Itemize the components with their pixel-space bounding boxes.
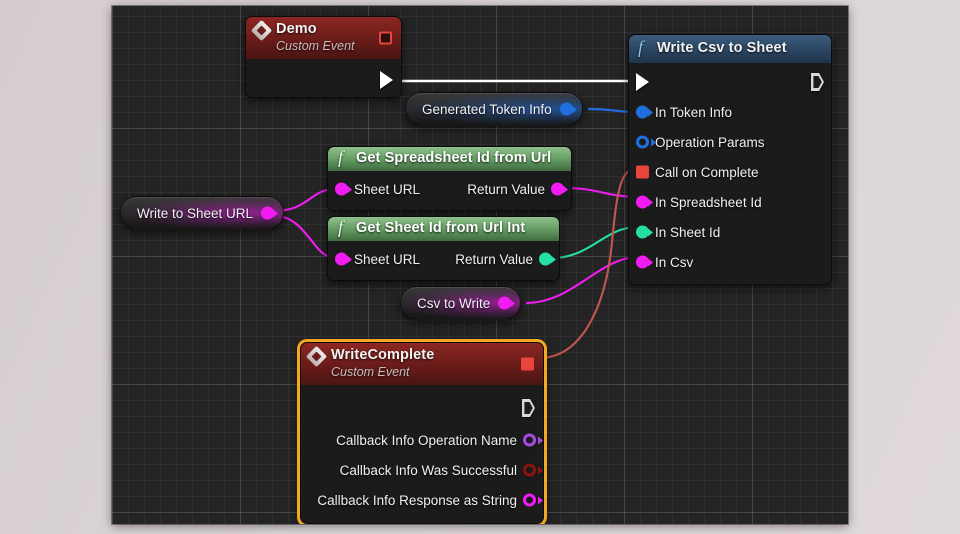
- string-pin-icon[interactable]: [498, 296, 512, 310]
- name-pin-icon[interactable]: [523, 433, 536, 447]
- exec-output-pin[interactable]: [522, 399, 535, 417]
- node-get-spreadsheet-id-from-url[interactable]: f Get Spreadsheet Id from Url Sheet URL …: [327, 146, 572, 211]
- node-demo-custom-event[interactable]: Demo Custom Event: [245, 16, 402, 98]
- pin-row-sheet-url[interactable]: Sheet URL Return Value: [328, 244, 559, 274]
- pin-row-in-spreadsheet-id[interactable]: In Spreadsheet Id: [629, 187, 831, 217]
- wire-sheetid-to-insheetid: [551, 225, 637, 260]
- int-pin-icon[interactable]: [539, 252, 552, 266]
- bool-pin-icon[interactable]: [523, 463, 536, 477]
- pin-label: Call on Complete: [655, 164, 759, 180]
- function-f-icon: f: [338, 147, 344, 167]
- pin-label: In Spreadsheet Id: [655, 194, 762, 210]
- pin-label-output: Return Value: [455, 251, 533, 267]
- int-pin-icon[interactable]: [636, 225, 649, 239]
- struct-pin-icon[interactable]: [559, 102, 573, 116]
- wire-sheeturl-to-sheetid: [273, 213, 335, 260]
- pin-row-sheet-url[interactable]: Sheet URL Return Value: [328, 174, 571, 204]
- string-pin-icon[interactable]: [636, 255, 649, 269]
- string-pin-icon[interactable]: [636, 195, 649, 209]
- page-root: Demo Custom Event f Write Csv to Sheet I…: [0, 0, 960, 534]
- variable-node-generated-token-info[interactable]: Generated Token Info: [405, 92, 583, 126]
- pin-row-in-csv[interactable]: In Csv: [629, 247, 831, 277]
- pin-label: Callback Info Was Successful: [339, 462, 517, 478]
- pin-label: Callback Info Operation Name: [336, 432, 517, 448]
- pin-label-input: Sheet URL: [354, 251, 421, 267]
- node-title: WriteComplete: [331, 347, 435, 363]
- wire-spreadsheetid-to-inspreadsheetid: [563, 186, 637, 199]
- pin-row-in-token-info[interactable]: In Token Info: [629, 97, 831, 127]
- exec-row: [629, 67, 831, 97]
- string-pin-icon[interactable]: [335, 252, 348, 266]
- struct-pin-icon[interactable]: [636, 105, 649, 119]
- variable-node-write-to-sheet-url[interactable]: Write to Sheet URL: [120, 196, 285, 230]
- variable-node-csv-to-write[interactable]: Csv to Write: [400, 286, 522, 320]
- node-body: Sheet URL Return Value: [328, 241, 559, 280]
- function-f-icon: f: [638, 37, 644, 57]
- string-pin-icon[interactable]: [335, 182, 348, 196]
- exec-row: [301, 391, 543, 425]
- node-header: Demo Custom Event: [246, 17, 401, 59]
- variable-label: Csv to Write: [417, 295, 491, 311]
- pin-label: Operation Params: [655, 134, 765, 150]
- variable-label: Generated Token Info: [422, 101, 552, 117]
- pin-row-in-sheet-id[interactable]: In Sheet Id: [629, 217, 831, 247]
- event-diamond-icon: [305, 345, 328, 368]
- pin-row-call-on-complete[interactable]: Call on Complete: [629, 157, 831, 187]
- blueprint-graph-canvas[interactable]: Demo Custom Event f Write Csv to Sheet I…: [112, 6, 848, 524]
- pin-label: In Csv: [655, 254, 694, 270]
- variable-label: Write to Sheet URL: [137, 205, 254, 221]
- string-pin-icon[interactable]: [261, 206, 275, 220]
- node-body: In Token Info Operation Params Call on C…: [629, 63, 831, 284]
- node-body: Callback Info Operation Name Callback In…: [301, 385, 543, 523]
- node-title: Demo: [276, 21, 317, 37]
- exec-output-pin[interactable]: [380, 71, 393, 89]
- node-header: f Write Csv to Sheet: [629, 35, 831, 63]
- exec-output-pin[interactable]: [811, 73, 824, 91]
- node-header: f Get Sheet Id from Url Int: [328, 217, 559, 241]
- event-diamond-icon: [250, 19, 273, 42]
- pin-row-callback-was-successful[interactable]: Callback Info Was Successful: [301, 455, 543, 485]
- delegate-output-pin[interactable]: [521, 357, 534, 371]
- pin-row-operation-params[interactable]: Operation Params: [629, 127, 831, 157]
- node-writecomplete-custom-event[interactable]: WriteComplete Custom Event Callback Info…: [300, 342, 544, 524]
- pin-label-input: Sheet URL: [354, 181, 421, 197]
- node-header: f Get Spreadsheet Id from Url: [328, 147, 571, 171]
- node-title: Write Csv to Sheet: [657, 40, 787, 56]
- node-title: Get Spreadsheet Id from Url: [356, 150, 552, 166]
- exec-input-pin[interactable]: [636, 73, 649, 91]
- node-header: WriteComplete Custom Event: [301, 343, 543, 385]
- delegate-output-pin[interactable]: [379, 31, 392, 45]
- node-body: [246, 59, 401, 97]
- node-title: Get Sheet Id from Url Int: [356, 220, 526, 236]
- node-write-csv-to-sheet[interactable]: f Write Csv to Sheet In Token Info Opera…: [628, 34, 832, 285]
- function-f-icon: f: [338, 217, 344, 237]
- string-pin-icon[interactable]: [523, 493, 536, 507]
- node-subtitle: Custom Event: [276, 39, 355, 53]
- string-pin-icon[interactable]: [551, 182, 564, 196]
- struct-pin-icon[interactable]: [636, 135, 649, 149]
- node-subtitle: Custom Event: [331, 365, 410, 379]
- delegate-pin-icon[interactable]: [636, 165, 649, 179]
- pin-label: Callback Info Response as String: [317, 492, 517, 508]
- node-body: Sheet URL Return Value: [328, 171, 571, 210]
- pin-label: In Token Info: [655, 104, 733, 120]
- pin-label-output: Return Value: [467, 181, 545, 197]
- pin-row-callback-operation-name[interactable]: Callback Info Operation Name: [301, 425, 543, 455]
- pin-row-callback-response-as-string[interactable]: Callback Info Response as String: [301, 485, 543, 515]
- node-get-sheet-id-from-url-int[interactable]: f Get Sheet Id from Url Int Sheet URL Re…: [327, 216, 560, 281]
- pin-label: In Sheet Id: [655, 224, 721, 240]
